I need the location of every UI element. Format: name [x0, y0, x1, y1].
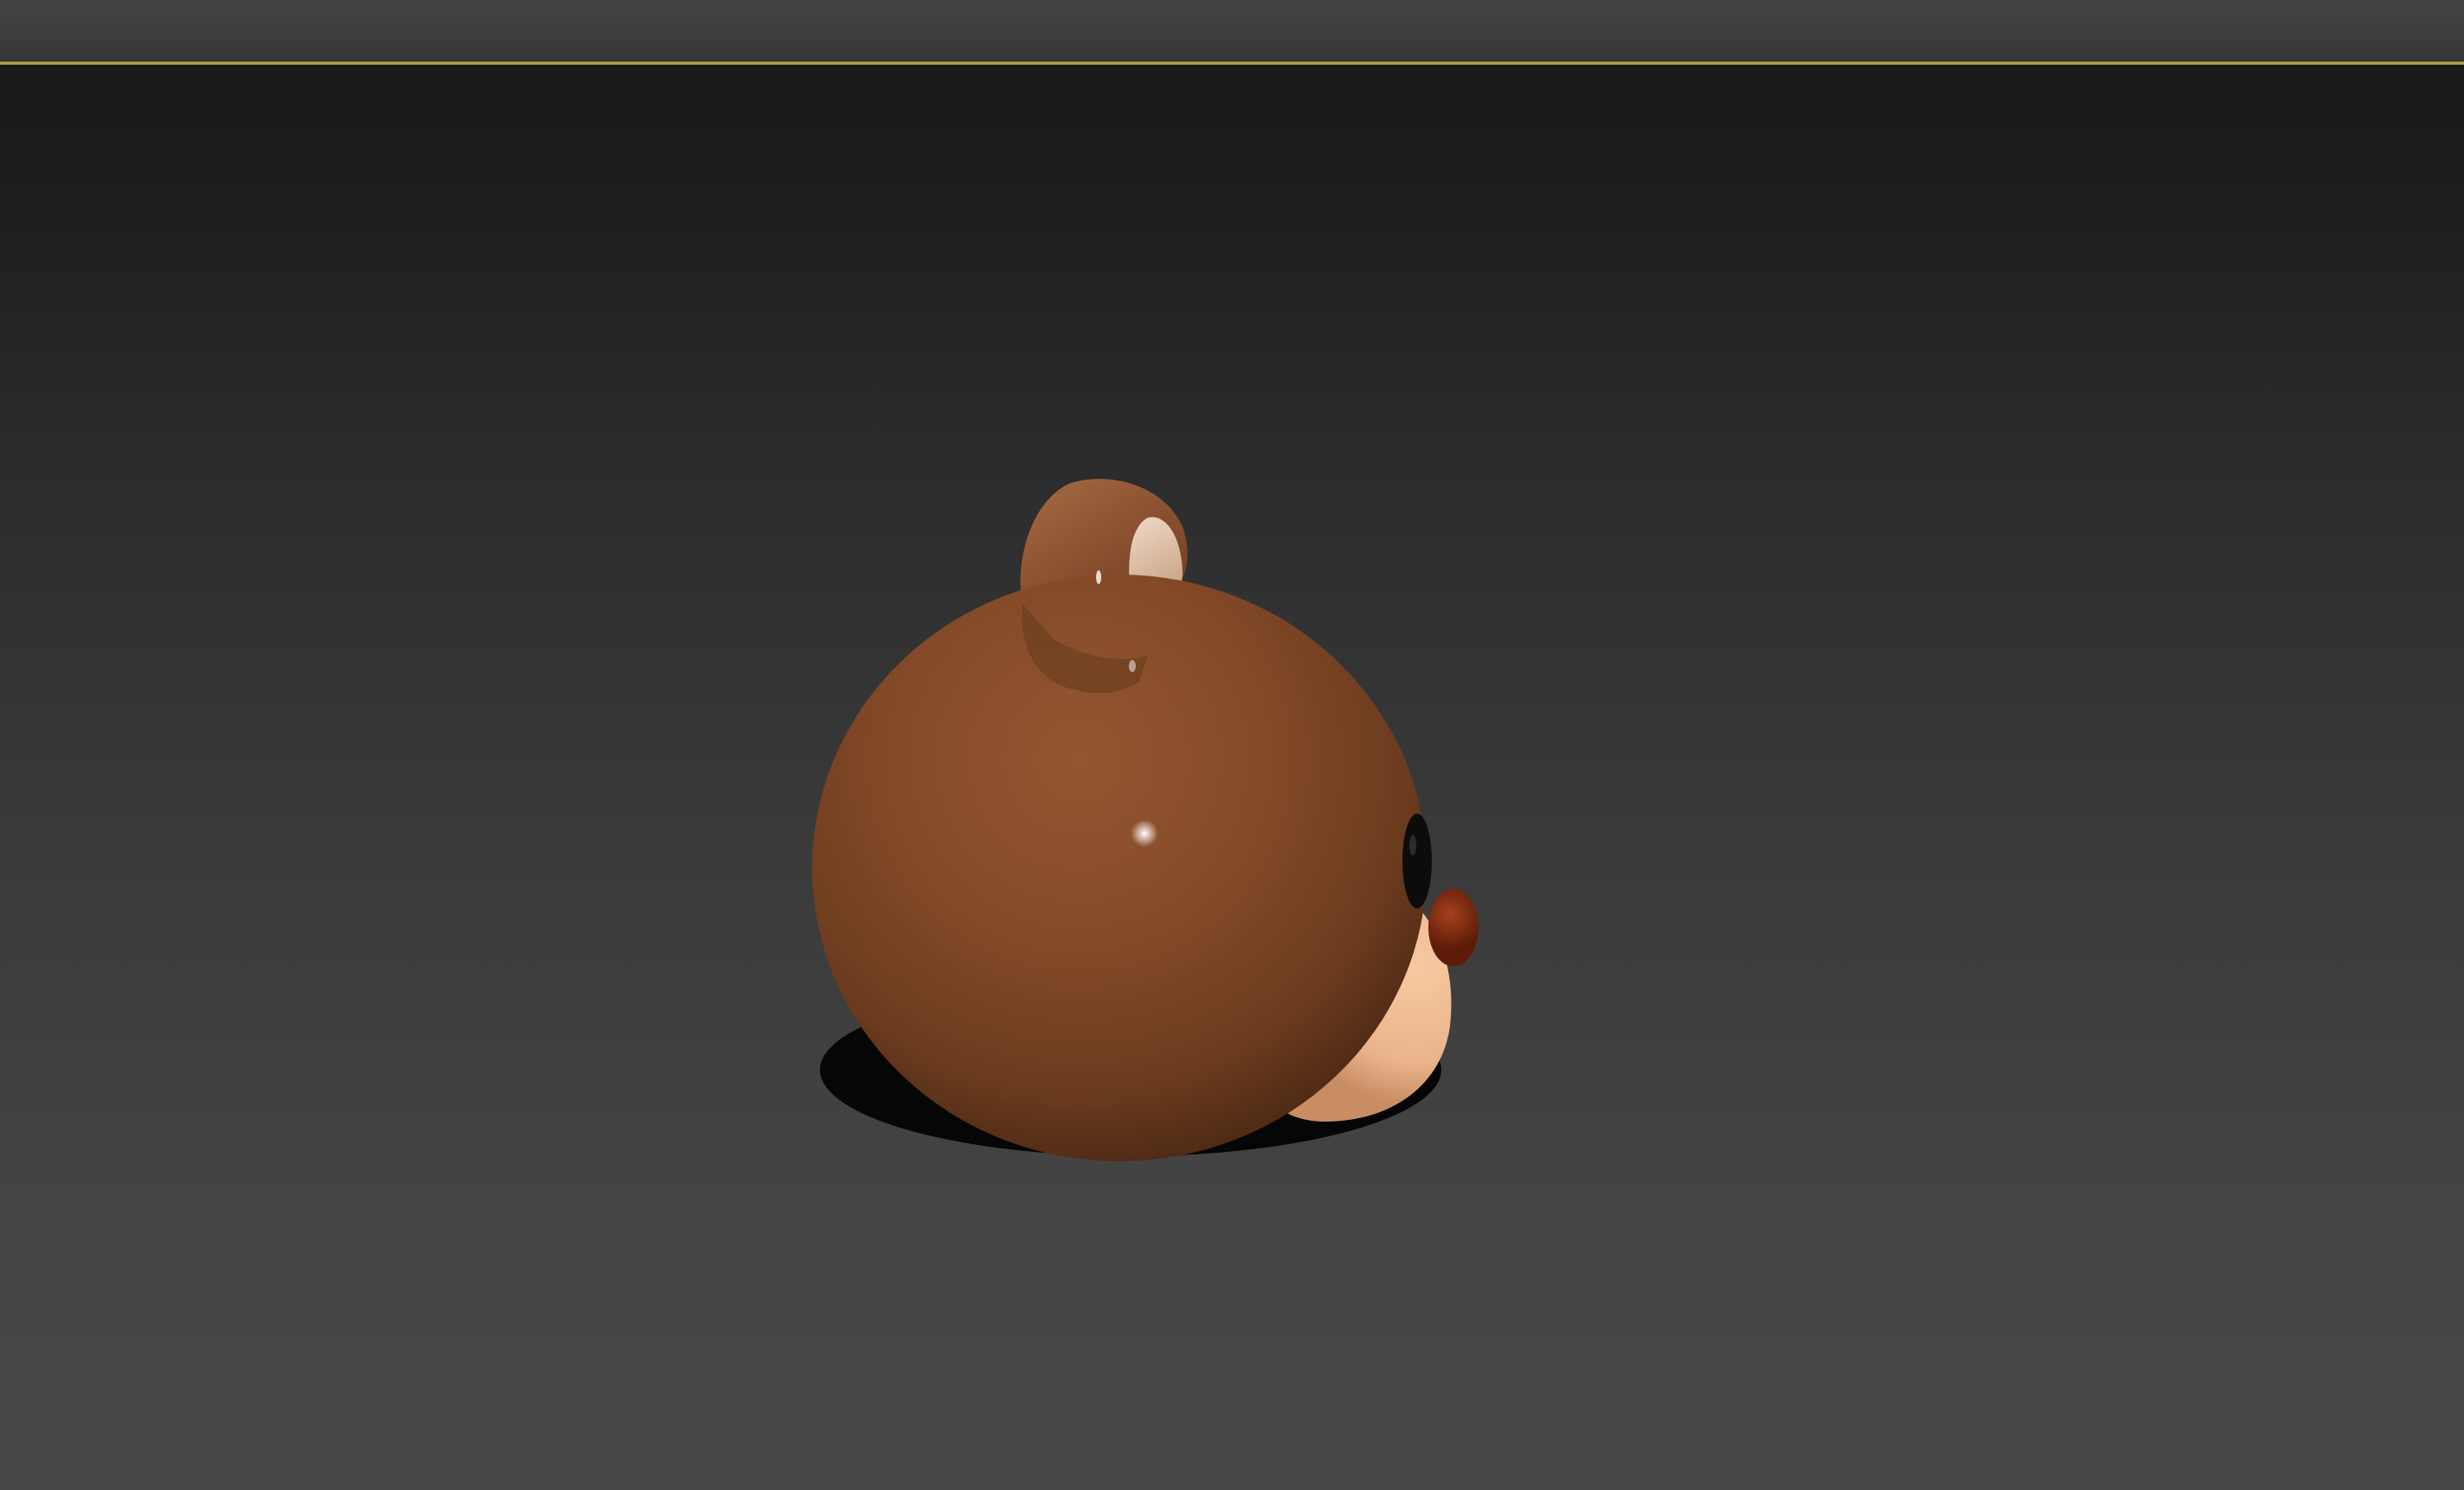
eye-glint: [1409, 835, 1416, 856]
nose: [1428, 889, 1478, 966]
perspective-viewport[interactable]: [0, 65, 2464, 1490]
ear-specular: [1096, 570, 1101, 584]
eye: [1402, 814, 1432, 908]
ear-specular-2: [1129, 660, 1136, 672]
app-window: [0, 0, 2464, 1490]
viewport-header-bar: [0, 0, 2464, 62]
head-specular: [1131, 820, 1158, 847]
scene-render: [812, 479, 1478, 1161]
